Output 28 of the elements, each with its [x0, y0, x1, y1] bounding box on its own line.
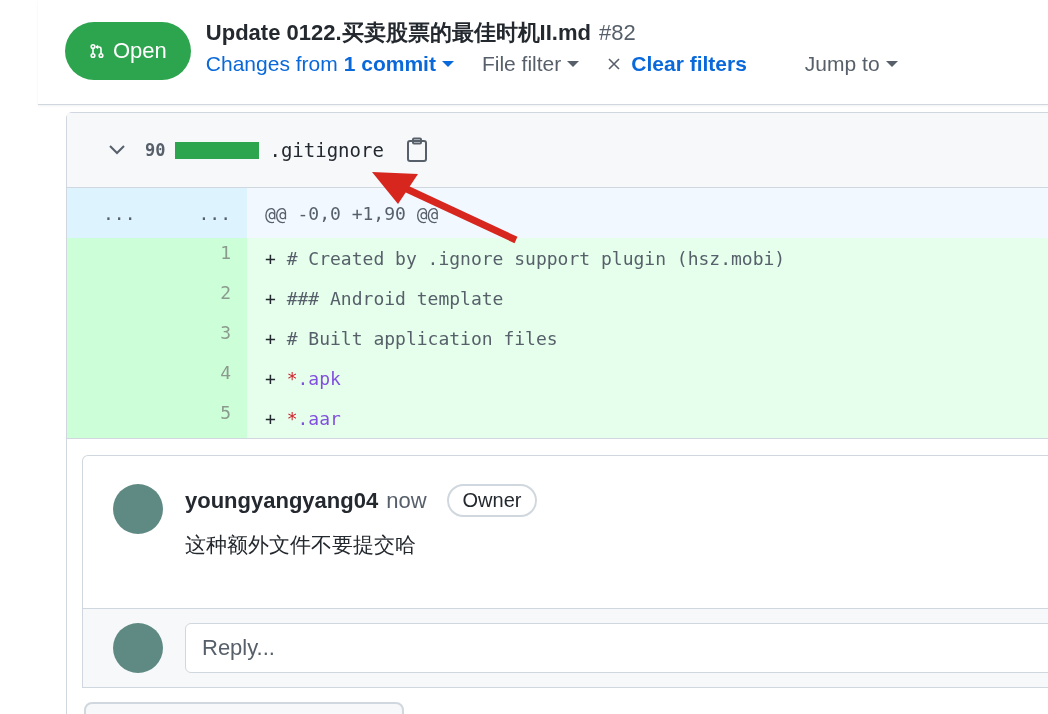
hunk-header: @@ -0,0 +1,90 @@ [265, 202, 439, 224]
avatar-photo-placeholder [113, 484, 163, 534]
file-filter-dropdown[interactable]: File filter [481, 52, 580, 76]
pr-number: #82 [598, 20, 636, 46]
avatar-photo-placeholder [113, 623, 163, 673]
code-line: + *.aar [265, 407, 341, 429]
additions-count: 90 [145, 140, 166, 160]
clipboard-icon[interactable] [405, 137, 428, 163]
hunk-marker[interactable]: ... [103, 202, 136, 224]
clear-filters-button[interactable]: Clear filters [607, 52, 747, 76]
comment-author[interactable]: youngyangyang04 [185, 487, 379, 514]
pull-request-icon [89, 43, 105, 59]
comment-text: 这种额外文件不要提交哈 [185, 532, 417, 558]
changes-dropdown[interactable]: Changes from 1 commit [205, 52, 454, 76]
jump-to-dropdown[interactable]: Jump to [804, 52, 898, 76]
code-line: + # Created by .ignore support plugin (hsz.mobi) [265, 247, 786, 269]
reply-field[interactable]: Reply... [185, 623, 1048, 673]
file-name[interactable]: .gitignore [269, 139, 384, 161]
code-line: + ### Android template [265, 287, 504, 309]
code-line: + *.apk [265, 367, 341, 389]
comment-time[interactable]: now [386, 487, 427, 514]
close-icon [607, 57, 622, 71]
owner-label: Owner [446, 484, 538, 517]
hunk-marker[interactable]: ... [198, 202, 231, 224]
chevron-icon[interactable] [107, 143, 127, 157]
code-line: + # Built application files [265, 327, 558, 349]
open-state-badge: Open [65, 22, 191, 80]
pr-title: Update 0122.买卖股票的最佳时机II.md [205, 19, 591, 47]
